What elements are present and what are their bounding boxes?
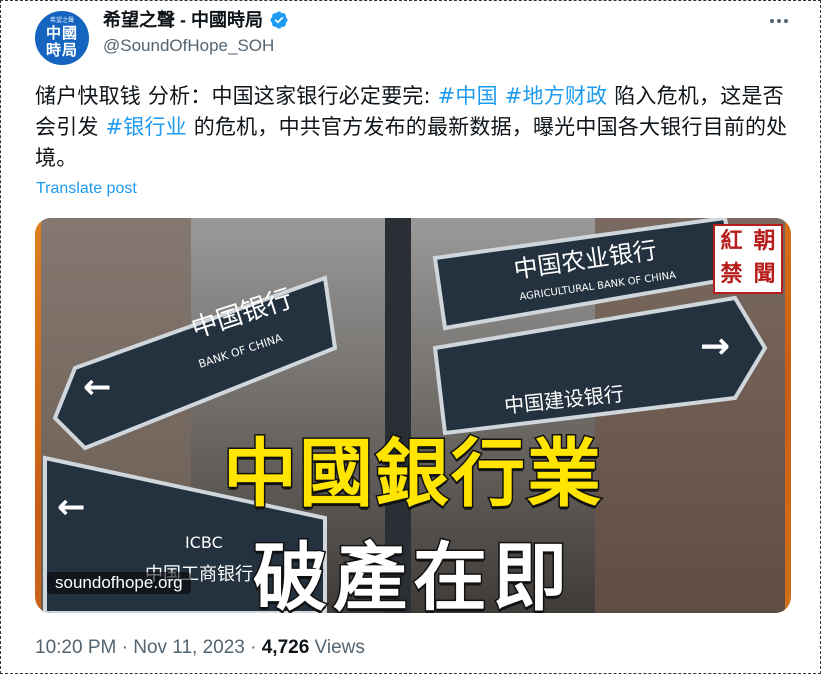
avatar-text-line2: 時局	[45, 40, 78, 59]
tweet-meta: 10:20 PM · Nov 11, 2023 · 4,726 Views	[35, 635, 365, 661]
tweet-date[interactable]: Nov 11, 2023	[133, 637, 245, 658]
media-headline-line1: 中國銀行業	[222, 430, 603, 519]
hashtag-local-finance[interactable]: #地方财政	[505, 84, 608, 108]
views-count[interactable]: 4,726	[262, 637, 310, 658]
media-headline-line2: 破產在即	[252, 534, 573, 614]
hashtag-banking[interactable]: #银行业	[105, 115, 186, 139]
tweet-text: 储户快取钱 分析：中国这家银行必定要完: #中国 #地方财政 陷入危机，这是否会…	[35, 81, 795, 174]
display-name[interactable]: 希望之聲 - 中國時局	[103, 8, 263, 32]
tweet-time[interactable]: 10:20 PM	[35, 637, 116, 658]
verified-badge-icon	[270, 11, 288, 29]
meta-separator: ·	[116, 637, 134, 658]
badge-char: 禁	[720, 261, 743, 287]
channel-logo-badge: 紅 朝 禁 聞	[713, 224, 783, 294]
avatar-top-text: 希望之聲	[49, 17, 74, 24]
sign-ccb-arrow: →	[700, 326, 730, 367]
avatar-text-line1: 中國	[45, 23, 78, 42]
meta-separator: ·	[244, 637, 262, 658]
translate-post-link[interactable]: Translate post	[36, 180, 137, 198]
badge-char: 聞	[753, 261, 776, 287]
sign-boc-arrow: ←	[83, 367, 112, 407]
media-watermark: soundofhope.org	[47, 572, 191, 594]
badge-char: 紅	[720, 228, 743, 254]
display-name-row[interactable]: 希望之聲 - 中國時局	[103, 8, 289, 32]
more-options-icon[interactable]	[766, 14, 792, 28]
tweet-media-image[interactable]: 中国银行 BANK OF CHINA ← 中国农业银行 AGRICULTURAL…	[35, 218, 791, 613]
badge-char: 朝	[753, 228, 776, 254]
views-label[interactable]: Views	[309, 637, 365, 658]
hashtag-china[interactable]: #中国	[438, 84, 498, 108]
tweet-text-part1: 储户快取钱 分析：中国这家银行必定要完:	[35, 84, 438, 108]
account-handle[interactable]: @SoundOfHope_SOH	[103, 35, 274, 57]
tweet-text-sep	[498, 84, 505, 108]
avatar[interactable]: 希望之聲 中國 時局	[35, 11, 89, 65]
